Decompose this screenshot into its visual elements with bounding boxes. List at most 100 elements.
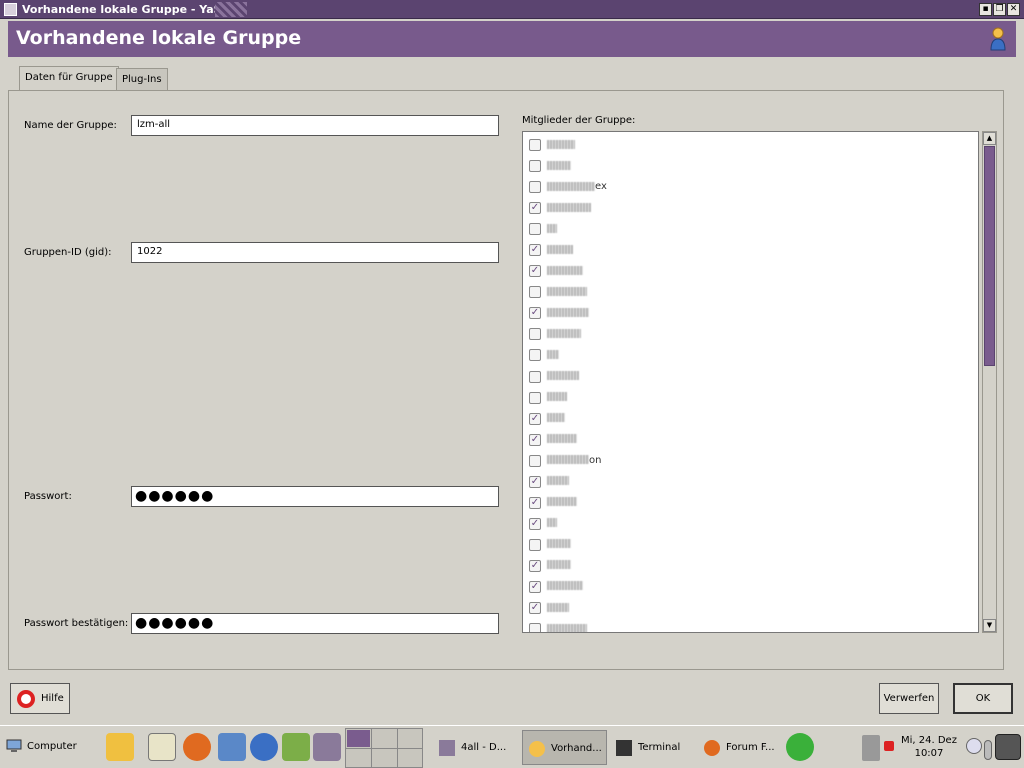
scroll-up-arrow-icon[interactable]: ▲ [983, 132, 996, 145]
member-checkbox[interactable] [529, 286, 541, 299]
member-item[interactable] [523, 324, 978, 345]
member-item[interactable]: ✓ [523, 577, 978, 598]
help-button[interactable]: Hilfe [10, 683, 70, 714]
member-item[interactable] [523, 345, 978, 366]
battery-icon[interactable] [984, 740, 992, 760]
member-item[interactable] [523, 535, 978, 556]
text-editor-launcher-icon[interactable] [148, 733, 176, 761]
member-item[interactable]: ex [523, 177, 978, 198]
task-terminal[interactable]: Terminal [610, 730, 696, 765]
password-confirm-input[interactable]: ●●●●●● [131, 613, 499, 634]
close-button[interactable]: ✕ [1007, 3, 1020, 16]
tab-plug-ins[interactable]: Plug-Ins [116, 68, 168, 91]
mute-icon[interactable] [884, 741, 894, 751]
discard-button[interactable]: Verwerfen [879, 683, 939, 714]
member-item[interactable]: ✓ [523, 514, 978, 535]
task-forum[interactable]: Forum F... [698, 730, 784, 765]
office-launcher-icon[interactable] [282, 733, 310, 761]
member-item[interactable] [523, 219, 978, 240]
member-checkbox-checked[interactable]: ✓ [529, 496, 541, 509]
task-4all[interactable]: 4all - D... [433, 730, 519, 765]
members-list[interactable]: ex ✓ ✓ ✓ ✓ ✓ ✓ on ✓ ✓ ✓ ✓ ✓ ✓ [522, 131, 979, 633]
redacted-name [547, 139, 575, 149]
member-item[interactable] [523, 282, 978, 303]
banshee-launcher-icon[interactable] [250, 733, 278, 761]
update-icon[interactable] [966, 738, 982, 754]
running-man-icon[interactable] [786, 733, 814, 761]
member-item[interactable]: ✓ [523, 472, 978, 493]
computer-icon[interactable] [6, 739, 22, 753]
member-checkbox[interactable] [529, 623, 541, 632]
member-item[interactable]: ✓ [523, 198, 978, 219]
member-checkbox-checked[interactable]: ✓ [529, 307, 541, 320]
lifebuoy-icon [17, 690, 35, 708]
member-checkbox-checked[interactable]: ✓ [529, 475, 541, 488]
titlebar-decoration [215, 2, 247, 17]
member-item[interactable] [523, 367, 978, 388]
members-scrollbar[interactable]: ▲ ▼ [982, 131, 997, 633]
member-checkbox[interactable] [529, 454, 541, 467]
minimize-button[interactable]: ▪ [979, 3, 992, 16]
member-checkbox-checked[interactable]: ✓ [529, 265, 541, 278]
member-name [547, 602, 569, 613]
member-name [547, 413, 565, 424]
member-item[interactable]: ✓ [523, 556, 978, 577]
password-input[interactable]: ●●●●●● [131, 486, 499, 507]
redacted-name [547, 539, 571, 549]
member-name: ex [547, 181, 607, 192]
window-titlebar[interactable]: Vorhandene lokale Gruppe - YaST ▪ ❐ ✕ [0, 0, 1024, 19]
member-checkbox[interactable] [529, 223, 541, 236]
member-item[interactable]: on [523, 451, 978, 472]
redacted-name [547, 223, 557, 233]
folder-launcher-icon[interactable] [313, 733, 341, 761]
member-item[interactable]: ✓ [523, 303, 978, 324]
member-checkbox[interactable] [529, 139, 541, 151]
member-item[interactable]: ✓ [523, 598, 978, 619]
member-checkbox[interactable] [529, 328, 541, 341]
clock[interactable]: Mi, 24. Dez 10:07 [898, 734, 960, 760]
member-checkbox[interactable] [529, 160, 541, 173]
member-item[interactable]: ✓ [523, 430, 978, 451]
lock-screen-icon[interactable] [995, 734, 1021, 760]
member-item[interactable]: ✓ [523, 409, 978, 430]
member-checkbox-checked[interactable]: ✓ [529, 517, 541, 530]
member-checkbox-checked[interactable]: ✓ [529, 580, 541, 593]
member-item[interactable] [523, 619, 978, 632]
network-launcher-icon[interactable] [218, 733, 246, 761]
member-item[interactable] [523, 135, 978, 156]
maximize-button[interactable]: ❐ [993, 3, 1006, 16]
computer-menu-label[interactable]: Computer [27, 732, 77, 762]
member-item[interactable]: ✓ [523, 261, 978, 282]
member-item[interactable] [523, 156, 978, 177]
member-checkbox[interactable] [529, 181, 541, 194]
member-checkbox-checked[interactable]: ✓ [529, 602, 541, 615]
group-id-input[interactable]: 1022 [131, 242, 499, 263]
task-label: Forum F... [726, 742, 775, 753]
member-name [547, 539, 571, 550]
ok-button[interactable]: OK [953, 683, 1013, 714]
member-checkbox[interactable] [529, 391, 541, 404]
member-checkbox-checked[interactable]: ✓ [529, 559, 541, 572]
task-vorhandene-gruppe[interactable]: Vorhand... [522, 730, 607, 765]
member-checkbox-checked[interactable]: ✓ [529, 202, 541, 215]
member-checkbox[interactable] [529, 349, 541, 362]
notes-launcher-icon[interactable] [106, 733, 134, 761]
firefox-launcher-icon[interactable] [183, 733, 211, 761]
member-item[interactable] [523, 388, 978, 409]
workspace-pager[interactable] [345, 728, 423, 768]
app-menu-icon[interactable] [4, 3, 17, 16]
member-checkbox-checked[interactable]: ✓ [529, 433, 541, 446]
member-item[interactable]: ✓ [523, 240, 978, 261]
task-label: Terminal [638, 742, 681, 753]
group-name-input[interactable]: lzm-all [131, 115, 499, 136]
scroll-thumb[interactable] [984, 146, 995, 366]
active-workspace[interactable] [347, 730, 370, 747]
member-checkbox[interactable] [529, 370, 541, 383]
scroll-down-arrow-icon[interactable]: ▼ [983, 619, 996, 632]
member-checkbox[interactable] [529, 538, 541, 551]
member-item[interactable]: ✓ [523, 493, 978, 514]
speaker-icon[interactable] [862, 735, 880, 761]
member-checkbox-checked[interactable]: ✓ [529, 412, 541, 425]
tab-daten-fuer-gruppe[interactable]: Daten für Gruppe [19, 66, 119, 92]
member-checkbox-checked[interactable]: ✓ [529, 244, 541, 257]
